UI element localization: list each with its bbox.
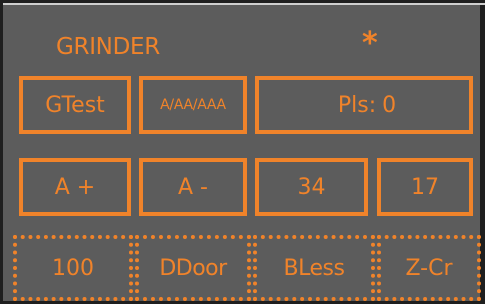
value-17-button[interactable]: 17: [377, 158, 473, 216]
ddoor-button[interactable]: DDoor: [135, 235, 251, 301]
a-minus-button[interactable]: A -: [139, 158, 247, 216]
page-title: GRINDER: [56, 34, 160, 60]
pls-counter-display: Pls: 0: [255, 76, 473, 134]
z-cr-button[interactable]: Z-Cr: [377, 235, 481, 301]
value-34-button[interactable]: 34: [255, 158, 368, 216]
gtest-button[interactable]: GTest: [19, 76, 131, 134]
pls-value: 0: [382, 92, 397, 118]
top-divider: [3, 3, 485, 5]
hundred-button[interactable]: 100: [13, 235, 133, 301]
bless-button[interactable]: BLess: [253, 235, 375, 301]
a-plus-button[interactable]: A +: [19, 158, 131, 216]
grinder-panel: GRINDER * GTest A/AA/AAA Pls: 0 A + A - …: [0, 0, 485, 304]
grade-selector-button[interactable]: A/AA/AAA: [139, 76, 247, 134]
pls-label: Pls:: [337, 92, 377, 118]
status-asterisk-icon: *: [362, 26, 378, 61]
